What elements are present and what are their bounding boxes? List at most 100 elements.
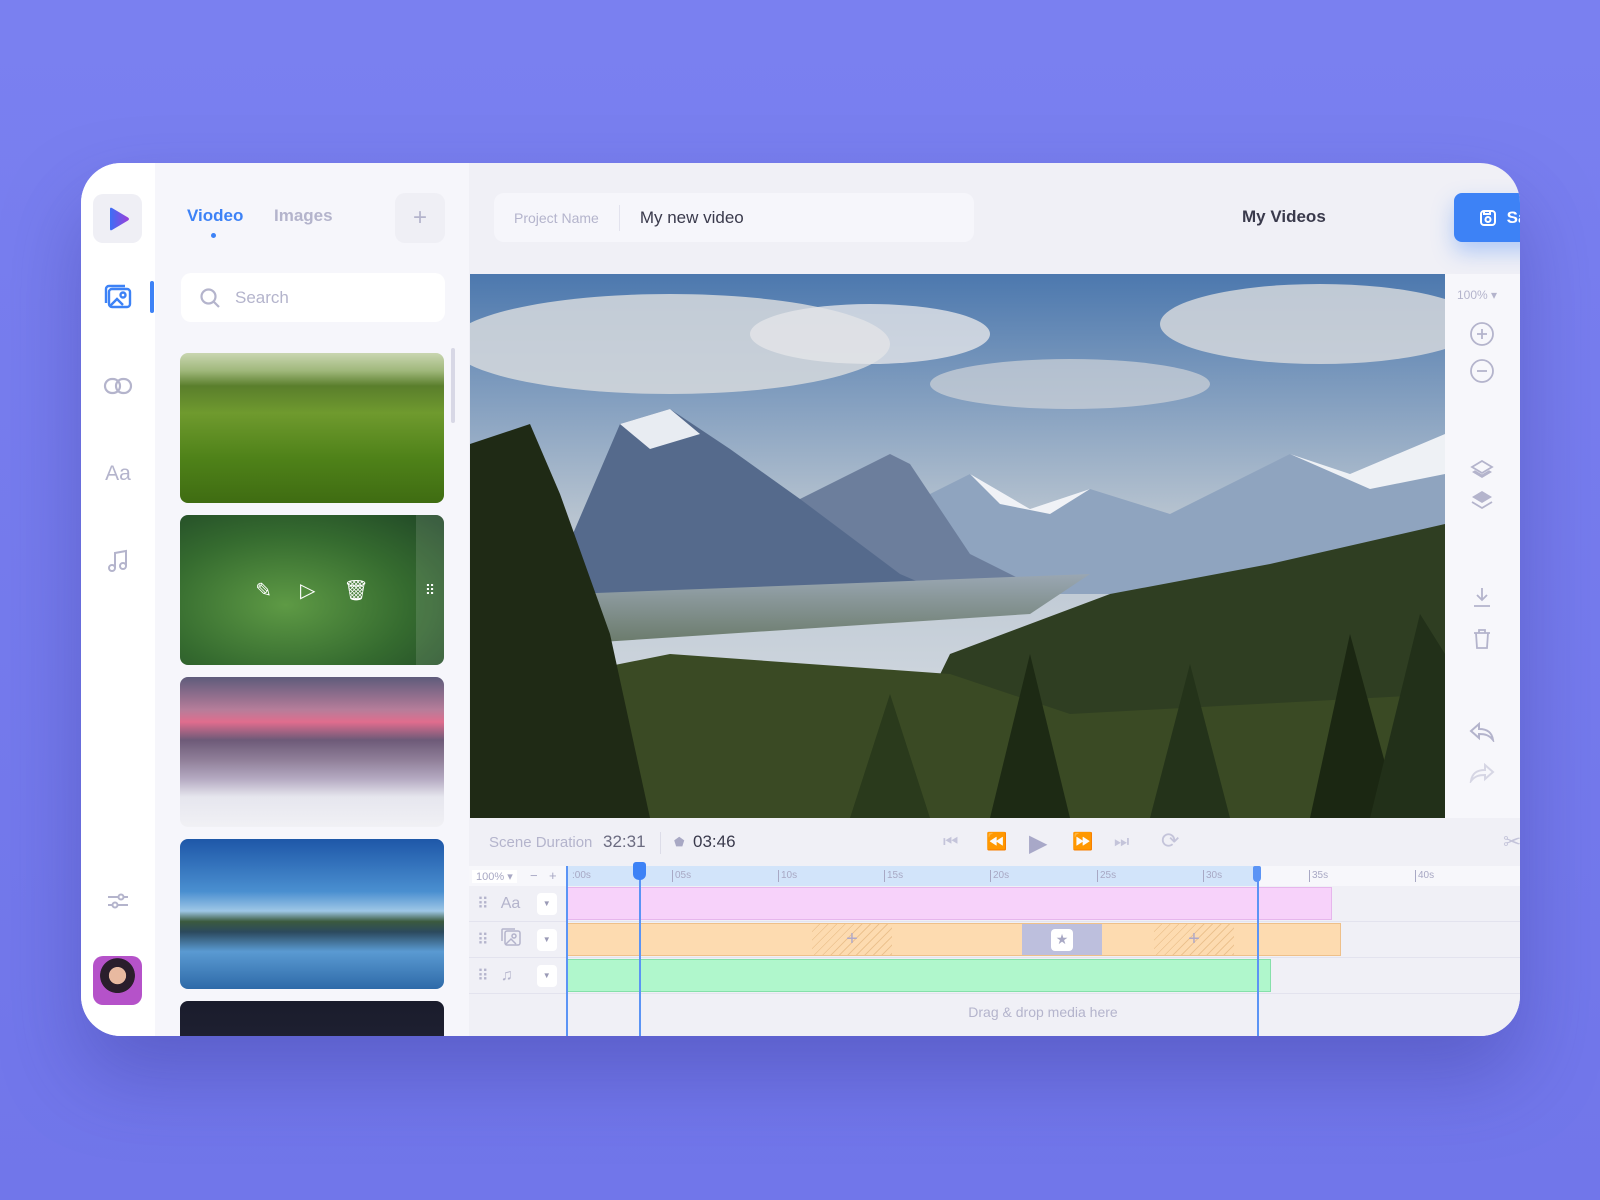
media-thumbnail-hovered[interactable]: ✎ ▷ 🗑︎ ⠿ <box>180 515 444 665</box>
zoom-out-icon[interactable] <box>1467 356 1497 386</box>
skip-end-icon[interactable]: ⏭ <box>1114 832 1129 852</box>
add-transition-icon[interactable]: + <box>1154 924 1234 955</box>
editor-window: Aa Viodeo Images + ✎ ▷ 🗑︎ ⠿ <box>81 163 1520 1036</box>
active-tab-dot <box>211 233 216 238</box>
my-videos-link[interactable]: My Videos <box>1242 207 1326 227</box>
undo-icon[interactable] <box>1467 717 1497 747</box>
media-thumbnail[interactable] <box>180 677 444 827</box>
tick-label: 05s <box>672 870 691 882</box>
tab-video[interactable]: Viodeo <box>187 206 243 226</box>
video-preview[interactable] <box>470 274 1445 818</box>
end-marker-handle[interactable] <box>1253 866 1261 882</box>
edit-icon[interactable]: ✎ <box>255 578 272 603</box>
skip-start-icon[interactable]: ⏮ <box>943 832 958 852</box>
tick-label: 20s <box>990 870 1009 882</box>
start-marker[interactable] <box>566 866 568 1036</box>
image-clip[interactable]: + ★ + <box>566 923 1341 956</box>
thumbnail-actions: ✎ ▷ 🗑︎ <box>180 515 444 665</box>
image-track: ⠿ ▼ + ★ + <box>469 922 1520 958</box>
media-icon[interactable] <box>102 281 134 313</box>
audio-clip[interactable] <box>566 959 1271 992</box>
tick-label: 25s <box>1097 870 1116 882</box>
time-ruler[interactable]: 100% ▾ − + :00s 05s 10s 15s 20s 25s 30s … <box>469 866 1520 886</box>
tick-label: 30s <box>1203 870 1222 882</box>
scene-duration-value: 32:31 <box>603 832 646 851</box>
add-media-button[interactable]: + <box>395 193 445 243</box>
tick-label: 15s <box>884 870 903 882</box>
trash-icon[interactable]: 🗑︎ <box>343 578 368 603</box>
audio-track: ⠿ ♫ ▼ <box>469 958 1520 994</box>
drag-handle-icon[interactable]: ⠿ <box>477 894 489 914</box>
media-thumbnail[interactable] <box>180 1001 444 1036</box>
project-name-input[interactable]: My new video <box>620 208 744 228</box>
play-logo-icon <box>109 207 129 230</box>
active-indicator <box>150 281 154 313</box>
drag-handle-icon[interactable]: ⠿ <box>477 930 489 950</box>
selected-transition[interactable]: ★ <box>1022 924 1102 955</box>
playhead-handle[interactable] <box>633 862 646 880</box>
trash-icon[interactable] <box>1467 624 1497 654</box>
text-clip[interactable] <box>566 887 1332 920</box>
add-transition-icon[interactable]: + <box>812 924 892 955</box>
timeline-zoom-in[interactable]: + <box>549 868 557 883</box>
marker-icon: ⬟ <box>674 835 685 849</box>
timeline-zoom[interactable]: 100% ▾ <box>472 870 517 883</box>
tick-label: :00s <box>572 870 591 881</box>
tick-label: 35s <box>1309 870 1328 882</box>
track-dropdown[interactable]: ▼ <box>536 928 557 951</box>
layer-up-icon[interactable] <box>1467 455 1497 485</box>
end-marker[interactable] <box>1257 866 1259 1036</box>
landscape-image <box>470 274 1445 818</box>
current-time: 03:46 <box>693 832 736 851</box>
timeline-zoom-out[interactable]: − <box>530 868 538 883</box>
tick-label: 10s <box>778 870 797 882</box>
timeline: 100% ▾ − + :00s 05s 10s 15s 20s 25s 30s … <box>469 862 1520 1036</box>
app-logo[interactable] <box>93 194 142 243</box>
play-icon[interactable]: ▶ <box>1029 829 1047 858</box>
sliders-icon[interactable] <box>102 885 134 917</box>
link-icon[interactable] <box>102 370 134 402</box>
media-thumbnail[interactable] <box>180 839 444 989</box>
dropzone[interactable]: Drag & drop media here <box>566 994 1520 1030</box>
panel-scrollbar[interactable] <box>451 348 455 423</box>
save-button[interactable]: Save <box>1454 193 1520 242</box>
star-icon: ★ <box>1051 928 1073 951</box>
preview-zoom-select[interactable]: 100% ▾ <box>1457 288 1497 302</box>
search-input[interactable] <box>235 287 415 308</box>
save-icon <box>1479 209 1496 226</box>
project-name-field[interactable]: Project Name My new video <box>494 193 974 242</box>
search-icon <box>200 287 220 308</box>
text-icon: Aa <box>500 894 521 912</box>
media-thumbnail[interactable] <box>180 353 444 503</box>
scene-duration-label: Scene Duration <box>489 833 593 851</box>
music-icon[interactable] <box>102 545 134 577</box>
user-avatar[interactable] <box>93 956 142 1005</box>
track-dropdown[interactable]: ▼ <box>536 892 557 915</box>
tick-label: 40s <box>1415 870 1434 882</box>
save-label: Save <box>1506 207 1520 227</box>
step-back-icon[interactable]: ⏪ <box>986 832 1007 852</box>
layer-down-icon[interactable] <box>1467 485 1497 515</box>
drag-handle-icon[interactable]: ⠿ <box>477 966 489 986</box>
playhead[interactable] <box>639 866 641 1036</box>
scissors-icon[interactable]: ✂ <box>1503 829 1520 855</box>
music-icon: ♫ <box>500 966 513 984</box>
redo-icon[interactable] <box>1467 758 1497 788</box>
divider <box>660 832 661 854</box>
preview-toolbar: 100% ▾ <box>1445 274 1520 818</box>
text-icon[interactable]: Aa <box>102 458 134 490</box>
step-forward-icon[interactable]: ⏩ <box>1072 832 1093 852</box>
selected-range <box>566 866 1257 886</box>
playback-controls: Scene Duration 32:31 ⬟ 03:46 ⏮ ⏪ ▶ ⏩ ⏭ ⟳… <box>469 818 1520 866</box>
download-icon[interactable] <box>1467 582 1497 612</box>
drag-handle-icon[interactable]: ⠿ <box>416 515 444 665</box>
project-name-label: Project Name <box>494 204 620 231</box>
tab-images[interactable]: Images <box>274 206 333 226</box>
zoom-in-icon[interactable] <box>1467 319 1497 349</box>
loop-icon[interactable]: ⟳ <box>1161 828 1179 854</box>
search-box <box>181 273 445 322</box>
timeline-zoom-value: 100% <box>476 871 505 883</box>
play-icon[interactable]: ▷ <box>300 578 315 603</box>
icon-rail: Aa <box>81 163 155 1036</box>
track-dropdown[interactable]: ▼ <box>536 964 557 987</box>
